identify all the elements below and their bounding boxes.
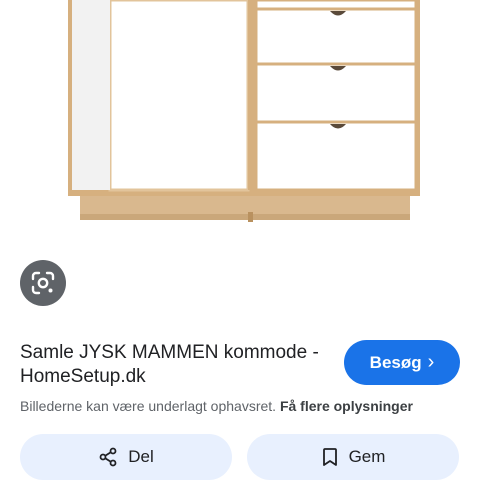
copyright-text: Billederne kan være underlagt ophavsret. [20, 398, 277, 414]
more-info-link[interactable]: Få flere oplysninger [280, 398, 413, 414]
share-icon [99, 447, 117, 467]
bookmark-icon [322, 448, 337, 466]
chevron-right-icon: › [427, 350, 435, 373]
google-lens-icon [31, 271, 55, 295]
visit-button[interactable]: Besøg › [344, 340, 460, 385]
product-image[interactable] [0, 0, 480, 232]
result-title[interactable]: Samle JYSK MAMMEN kommode - HomeSetup.dk [20, 341, 330, 389]
google-lens-button[interactable] [20, 260, 66, 306]
dresser-image [68, 0, 420, 222]
share-button[interactable]: Del [20, 434, 232, 480]
copyright-notice: Billederne kan være underlagt ophavsret.… [20, 397, 470, 415]
share-button-label: Del [128, 447, 154, 466]
visit-button-label: Besøg [369, 352, 422, 372]
save-button[interactable]: Gem [247, 434, 459, 480]
save-button-label: Gem [348, 447, 386, 466]
